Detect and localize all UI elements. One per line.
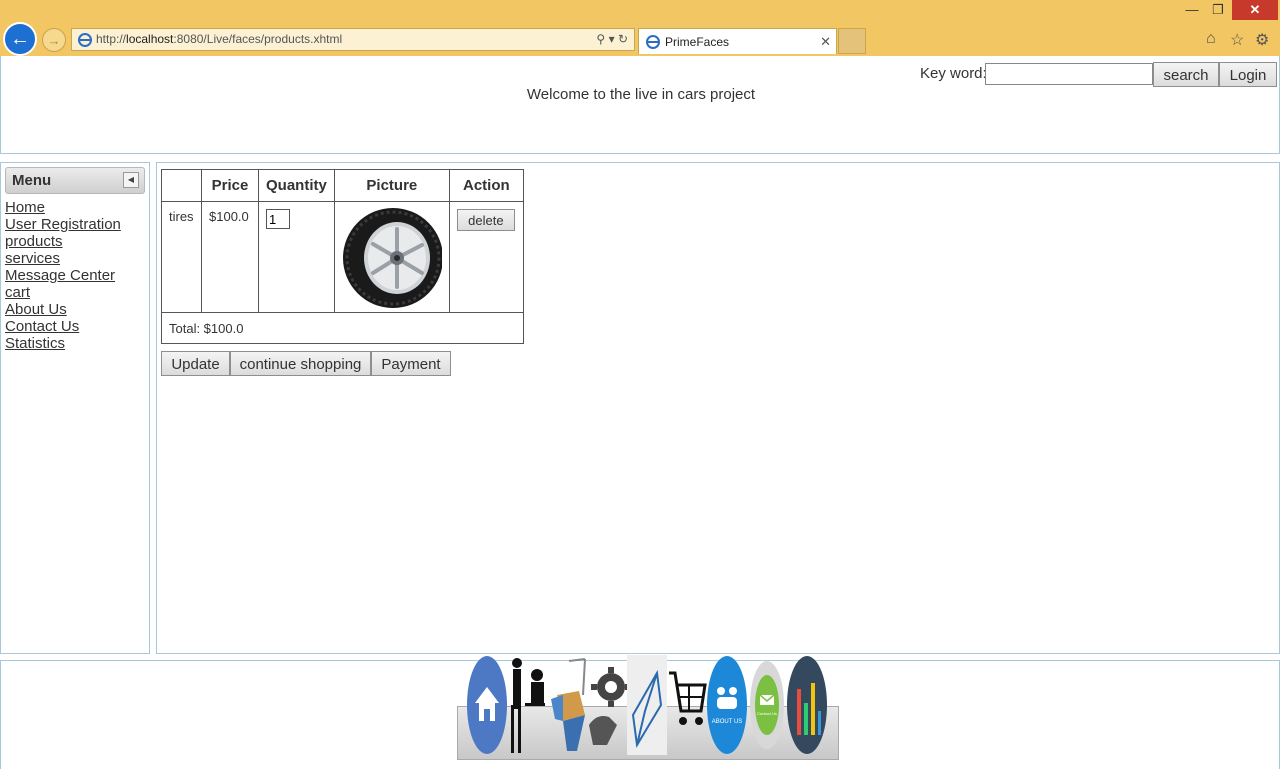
services-gear-icon[interactable] xyxy=(587,655,627,755)
ie-logo-icon xyxy=(78,33,92,47)
column-header-picture: Picture xyxy=(333,169,450,202)
column-header-name xyxy=(161,169,202,202)
products-box-icon[interactable] xyxy=(547,655,587,755)
home-icon[interactable] xyxy=(467,655,507,755)
minimize-icon[interactable]: — xyxy=(1180,0,1204,20)
menu-item-home[interactable]: Home xyxy=(5,199,45,216)
product-price: $100.0 xyxy=(201,201,259,313)
tire-image xyxy=(342,208,443,308)
search-icon[interactable]: ⚲ xyxy=(596,32,605,46)
menu-panel: Menu ◀ Home User Registration products s… xyxy=(0,162,150,654)
users-icon[interactable] xyxy=(507,655,547,755)
keyword-input[interactable] xyxy=(985,63,1153,85)
login-button[interactable]: Login xyxy=(1219,62,1277,87)
menu-item-user-registration[interactable]: User Registration xyxy=(5,216,121,233)
content-panel: Price Quantity Picture Action tires $100… xyxy=(156,162,1280,654)
table-header-row: Price Quantity Picture Action xyxy=(161,169,524,202)
payment-button[interactable]: Payment xyxy=(371,351,451,376)
cart-total: Total: $100.0 xyxy=(161,312,524,344)
table-row: tires $100.0 1 delete xyxy=(161,201,524,313)
cart-icon[interactable] xyxy=(667,655,707,755)
footer-panel: ABOUT US Contact Us xyxy=(0,655,1280,769)
home-icon[interactable]: ⌂ xyxy=(1206,30,1216,48)
about-us-label: ABOUT US xyxy=(712,719,743,725)
total-row: Total: $100.0 xyxy=(161,312,524,344)
browser-tab[interactable]: PrimeFaces ✕ xyxy=(638,28,837,54)
refresh-icon[interactable]: ↻ xyxy=(618,32,628,46)
action-cell: delete xyxy=(448,201,524,313)
menu-item-cart[interactable]: cart xyxy=(5,284,30,301)
statistics-icon[interactable] xyxy=(787,655,827,755)
tab-title: PrimeFaces xyxy=(665,35,730,49)
forward-arrow-icon[interactable]: → xyxy=(42,28,66,52)
restore-icon[interactable]: ❐ xyxy=(1206,0,1230,20)
close-tab-icon[interactable]: ✕ xyxy=(820,29,831,55)
menu-item-services[interactable]: services xyxy=(5,250,60,267)
address-bar[interactable]: http://localhost:8080/Live/faces/product… xyxy=(71,28,635,51)
collapse-left-icon[interactable]: ◀ xyxy=(123,172,139,188)
address-tools[interactable]: ⚲ ▾ ↻ xyxy=(596,29,628,50)
quantity-cell xyxy=(258,201,335,313)
column-header-price: Price xyxy=(201,169,259,202)
new-tab-button[interactable] xyxy=(838,28,866,54)
message-icon[interactable] xyxy=(627,655,667,755)
menu-list: Home User Registration products services… xyxy=(5,199,121,352)
settings-gear-icon[interactable]: ⚙ xyxy=(1255,30,1269,50)
update-button[interactable]: Update xyxy=(161,351,230,376)
menu-item-contact-us[interactable]: Contact Us xyxy=(5,318,79,335)
search-button[interactable]: search xyxy=(1153,62,1219,87)
header-panel: Key word: search Login Welcome to the li… xyxy=(0,56,1280,154)
close-window-icon[interactable]: ✕ xyxy=(1232,0,1278,20)
favorites-star-icon[interactable]: ☆ xyxy=(1230,30,1244,50)
column-header-quantity: Quantity xyxy=(258,169,335,202)
ie-logo-icon xyxy=(646,35,660,49)
chevron-down-icon[interactable]: ▾ xyxy=(609,32,615,46)
continue-shopping-button[interactable]: continue shopping xyxy=(230,351,371,376)
column-header-action: Action xyxy=(448,169,524,202)
url-text: http://localhost:8080/Live/faces/product… xyxy=(96,32,343,46)
menu-header: Menu ◀ xyxy=(5,167,145,194)
contact-us-label: Contact Us xyxy=(757,711,777,716)
back-arrow-icon[interactable]: ← xyxy=(3,22,37,56)
product-name: tires xyxy=(161,201,202,313)
menu-title: Menu xyxy=(12,172,52,189)
about-us-icon[interactable]: ABOUT US xyxy=(707,655,747,755)
menu-item-message-center[interactable]: Message Center xyxy=(5,267,115,284)
picture-cell xyxy=(333,201,450,313)
delete-button[interactable]: delete xyxy=(456,209,515,231)
welcome-text: Welcome to the live in cars project xyxy=(526,86,756,103)
keyword-label: Key word: xyxy=(920,65,987,82)
contact-us-icon[interactable]: Contact Us xyxy=(747,655,787,755)
menu-item-statistics[interactable]: Statistics xyxy=(5,335,65,352)
cart-table: Price Quantity Picture Action tires $100… xyxy=(161,169,524,344)
quantity-input[interactable] xyxy=(266,209,290,229)
browser-chrome: ← → http://localhost:8080/Live/faces/pro… xyxy=(0,0,1280,56)
menu-item-products[interactable]: products xyxy=(5,233,63,250)
menu-item-about-us[interactable]: About Us xyxy=(5,301,67,318)
